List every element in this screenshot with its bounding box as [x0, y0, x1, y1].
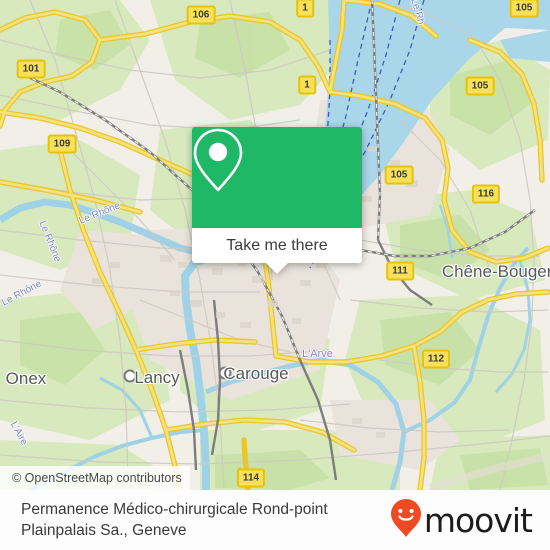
- place-title-line1: Permanence Médico-chirurgicale Rond-poin…: [21, 501, 328, 518]
- popup-icon-area: [192, 127, 362, 228]
- popup-action-footer[interactable]: Take me there: [192, 228, 362, 274]
- road-shield: 1: [298, 75, 316, 95]
- place-label-carouge: Carouge: [223, 364, 289, 383]
- popup-pointer-tail: [266, 263, 288, 274]
- map-attribution[interactable]: © OpenStreetMap contributors: [0, 466, 190, 490]
- moovit-wordmark: moovit: [423, 500, 533, 540]
- road-shield: 109: [47, 134, 77, 154]
- take-me-there-label: Take me there: [226, 236, 328, 254]
- river-label: L'Arve: [302, 348, 333, 360]
- map-canvas[interactable]: 106 1 105 101 1 105 109 105 116 111 112 …: [0, 0, 550, 490]
- moovit-logo[interactable]: moovit: [390, 498, 550, 543]
- road-shield: 101: [16, 59, 46, 79]
- road-shield: 112: [421, 349, 451, 369]
- road-shield: 105: [509, 0, 539, 18]
- place-title-line2: Plainpalais Sa., Geneve: [21, 522, 187, 539]
- place-label-chene-bougeries: Chêne-Bougeries: [441, 262, 550, 281]
- place-title: Permanence Médico-chirurgicale Rond-poin…: [0, 499, 390, 541]
- road-shield: 116: [471, 184, 501, 204]
- road-shield: 106: [186, 5, 216, 25]
- place-label-onex: Onex: [5, 369, 47, 388]
- bottom-info-bar: Permanence Médico-chirurgicale Rond-poin…: [0, 490, 550, 550]
- road-shield: 1: [296, 0, 314, 18]
- road-shield: 111: [386, 261, 414, 281]
- road-shield: 105: [465, 76, 495, 96]
- location-popup-card[interactable]: Take me there: [192, 127, 362, 274]
- place-label-lancy: Lancy: [134, 368, 180, 387]
- moovit-smiley-pin-icon: [390, 498, 422, 543]
- road-shield: 105: [384, 165, 414, 185]
- road-shield: 114: [236, 468, 266, 488]
- screenshot-root: 106 1 105 101 1 105 109 105 116 111 112 …: [0, 0, 550, 550]
